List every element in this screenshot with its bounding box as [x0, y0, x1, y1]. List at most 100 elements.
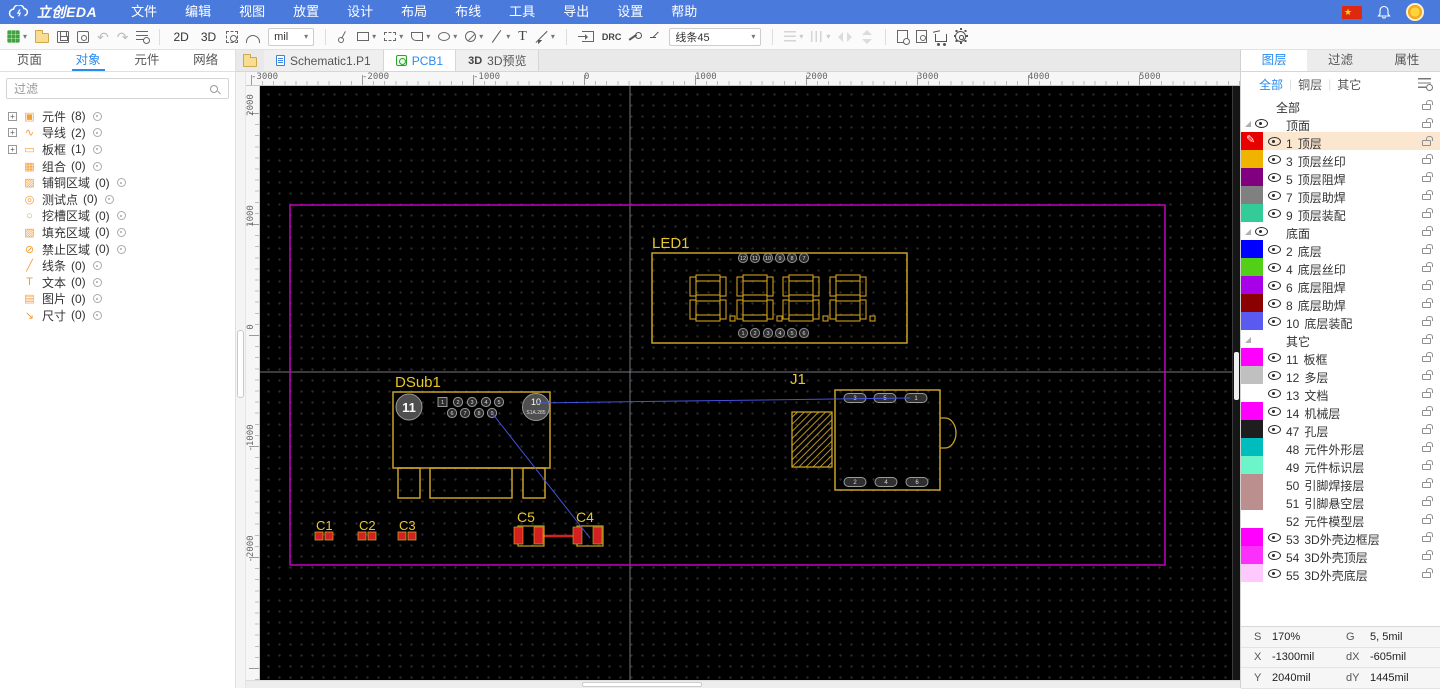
- component-dsub1[interactable]: DSub1 11 10 S1A.285 1 2 3 4 5 6 7 8 9: [392, 374, 551, 499]
- layer-row[interactable]: ✎ 48 元件外形层: [1241, 438, 1440, 457]
- layer-row[interactable]: ✎ 50 引脚焊接层: [1241, 474, 1440, 493]
- layer-row[interactable]: ✎ 顶面: [1241, 114, 1440, 133]
- tree-item[interactable]: + ↘ 尺寸 (0): [0, 307, 235, 324]
- lock-icon[interactable]: [1422, 190, 1433, 200]
- eye-icon[interactable]: [1268, 207, 1281, 219]
- drc-button[interactable]: DRC: [602, 27, 622, 47]
- layer-color-swatch[interactable]: ✎: [1241, 438, 1263, 456]
- lock-icon[interactable]: [1422, 442, 1433, 452]
- eye-icon[interactable]: [1268, 171, 1281, 183]
- layer-row[interactable]: ✎ 47 孔层: [1241, 420, 1440, 439]
- undo-button[interactable]: ↶: [97, 27, 109, 47]
- order-cart-button[interactable]: [935, 27, 948, 47]
- lock-icon[interactable]: [1422, 550, 1433, 560]
- lock-icon[interactable]: [1422, 100, 1433, 110]
- lock-icon[interactable]: [1422, 136, 1433, 146]
- layer-row[interactable]: ✎ 2 底层: [1241, 240, 1440, 259]
- eye-icon[interactable]: [1255, 117, 1268, 129]
- eye-icon[interactable]: [1268, 135, 1281, 147]
- menu-item[interactable]: 设计: [333, 0, 387, 24]
- eye-icon[interactable]: [1268, 315, 1281, 327]
- eye-icon[interactable]: [1268, 423, 1281, 435]
- visibility-toggle-icon[interactable]: [116, 178, 126, 188]
- lock-icon[interactable]: [1422, 406, 1433, 416]
- lock-icon[interactable]: [1422, 478, 1433, 488]
- collapse-icon[interactable]: [1245, 121, 1251, 127]
- layer-row[interactable]: ✎ 14 机械层: [1241, 402, 1440, 421]
- lock-icon[interactable]: [1422, 568, 1433, 578]
- tree-item[interactable]: + ▣ 元件 (8): [0, 108, 235, 125]
- layer-color-swatch[interactable]: ✎: [1241, 474, 1263, 492]
- layer-row[interactable]: ✎ 全部: [1241, 96, 1440, 115]
- copper-region-tool-button[interactable]: ▾: [384, 27, 403, 47]
- eye-icon[interactable]: [1268, 387, 1281, 399]
- tree-item[interactable]: + ∿ 导线 (2): [0, 125, 235, 142]
- lock-icon[interactable]: [1422, 514, 1433, 524]
- language-flag-icon[interactable]: ★: [1342, 5, 1362, 19]
- left-panel-tab[interactable]: 页面: [0, 50, 59, 71]
- layer-row[interactable]: ✎ 12 多层: [1241, 366, 1440, 385]
- component-c3[interactable]: C3: [397, 518, 417, 541]
- unit-select[interactable]: mil ▾: [268, 27, 315, 46]
- eye-icon[interactable]: [1268, 261, 1281, 273]
- flip-vertical-button[interactable]: [860, 27, 874, 47]
- tree-item[interactable]: + ○ 挖槽区域 (0): [0, 208, 235, 225]
- subtab-copper[interactable]: 铜层: [1292, 76, 1328, 93]
- layer-color-swatch[interactable]: ✎: [1241, 384, 1263, 402]
- layer-color-swatch[interactable]: ✎: [1241, 312, 1263, 330]
- probe-tool-button[interactable]: [337, 27, 349, 47]
- scrollbar-thumb[interactable]: [582, 682, 702, 687]
- layer-color-swatch[interactable]: ✎: [1241, 528, 1263, 546]
- lock-icon[interactable]: [1422, 352, 1433, 362]
- pad-tool-button[interactable]: ▾: [357, 27, 376, 47]
- tree-item[interactable]: + ⊘ 禁止区域 (0): [0, 241, 235, 258]
- eye-icon[interactable]: [1268, 297, 1281, 309]
- layer-row[interactable]: ✎ 6 底层阻焊: [1241, 276, 1440, 295]
- visibility-toggle-icon[interactable]: [116, 227, 126, 237]
- app-logo[interactable]: 立创EDA: [8, 2, 97, 22]
- lock-icon[interactable]: [1422, 280, 1433, 290]
- layer-color-swatch[interactable]: ✎: [1241, 402, 1263, 420]
- layer-row[interactable]: ✎ 11 板框: [1241, 348, 1440, 367]
- layer-row[interactable]: ✎ 4 底层丝印: [1241, 258, 1440, 277]
- menu-item[interactable]: 文件: [117, 0, 171, 24]
- visibility-toggle-icon[interactable]: [92, 128, 102, 138]
- layer-row[interactable]: ✎ 13 文档: [1241, 384, 1440, 403]
- tree-item[interactable]: + ▤ 图片 (0): [0, 291, 235, 308]
- import-button[interactable]: [577, 27, 594, 47]
- visibility-toggle-icon[interactable]: [92, 261, 102, 271]
- left-panel-tab[interactable]: 元件: [118, 50, 177, 71]
- visibility-toggle-icon[interactable]: [92, 161, 102, 171]
- layer-row[interactable]: ✎ 53 3D外壳边框层: [1241, 528, 1440, 547]
- view-3d-button[interactable]: 3D: [199, 27, 218, 47]
- lock-icon[interactable]: [1422, 298, 1433, 308]
- visibility-toggle-icon[interactable]: [92, 111, 102, 121]
- route-tool-button[interactable]: [629, 27, 643, 47]
- right-panel-tab[interactable]: 图层: [1241, 50, 1308, 71]
- tab-3d-preview[interactable]: 3D 3D预览: [456, 50, 540, 71]
- lock-icon[interactable]: [1422, 208, 1433, 218]
- keepout-tool-button[interactable]: ▾: [465, 27, 483, 47]
- tree-item[interactable]: + ▦ 组合 (0): [0, 158, 235, 175]
- eye-icon[interactable]: [1268, 351, 1281, 363]
- fill-region-tool-button[interactable]: ▾: [411, 27, 430, 47]
- left-panel-tab[interactable]: 对象: [59, 50, 118, 71]
- eye-icon[interactable]: [1268, 279, 1281, 291]
- dimension-tool-button[interactable]: ▾: [535, 27, 555, 47]
- layer-color-swatch[interactable]: ✎: [1241, 492, 1263, 510]
- layer-color-swatch[interactable]: ✎: [1241, 240, 1263, 258]
- tab-pcb[interactable]: PCB1: [383, 50, 457, 71]
- redo-button[interactable]: ↷: [117, 27, 129, 47]
- canvas-horizontal-scrollbar[interactable]: [246, 680, 1240, 688]
- snapshot-button[interactable]: [77, 27, 90, 47]
- board-preview-button[interactable]: [246, 27, 261, 47]
- layer-row[interactable]: ✎ 7 顶层助焊: [1241, 186, 1440, 205]
- component-c4[interactable]: C4: [572, 509, 604, 547]
- layer-color-swatch[interactable]: ✎: [1241, 132, 1263, 150]
- project-folder-button[interactable]: [236, 50, 264, 71]
- pcb-editor-canvas[interactable]: LED1 12 11 10 9 8 7 1 2 3 4 5 6 DSub1 11…: [260, 86, 1232, 680]
- layer-row[interactable]: ✎ 55 3D外壳底层: [1241, 564, 1440, 583]
- canvas-vertical-scrollbar[interactable]: [1232, 86, 1240, 680]
- user-avatar[interactable]: [1406, 3, 1424, 21]
- layer-row[interactable]: ✎ 10 底层装配: [1241, 312, 1440, 331]
